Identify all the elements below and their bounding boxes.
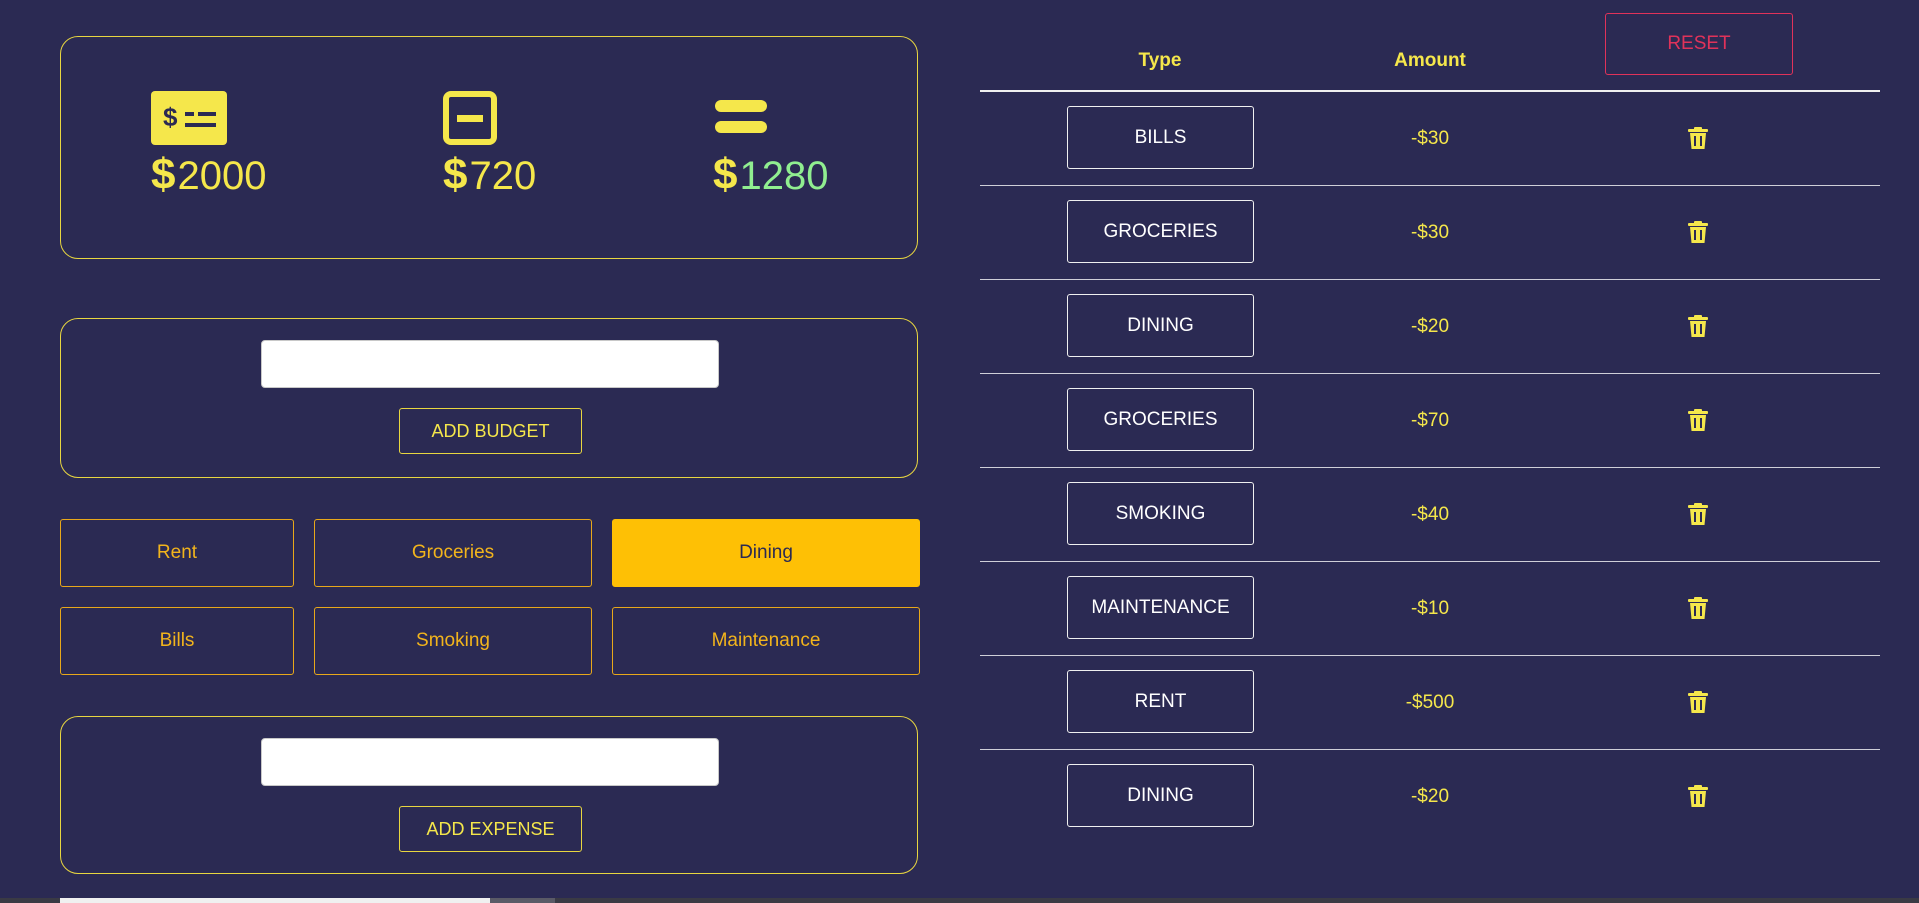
category-smoking[interactable]: Smoking [314,607,592,675]
amount-cell: -$70 [1410,410,1450,431]
category-maintenance[interactable]: Maintenance [612,607,920,675]
category-groceries[interactable]: Groceries [314,519,592,587]
budget-stat: $ $ 2000 [151,91,266,200]
trash-icon[interactable] [1688,221,1708,243]
amount-cell: -$500 [1405,692,1455,713]
balance-value: $ 1280 [713,151,828,200]
table-row: MAINTENANCE -$10 [980,562,1880,656]
svg-text:$: $ [163,102,178,132]
table-row: GROCERIES -$30 [980,186,1880,280]
type-cell[interactable]: GROCERIES [1067,388,1254,451]
add-expense-button[interactable]: ADD EXPENSE [399,806,582,852]
table-row: DINING -$20 [980,750,1880,844]
type-cell[interactable]: BILLS [1067,106,1254,169]
type-cell[interactable]: DINING [1067,294,1254,357]
trash-icon[interactable] [1688,597,1708,619]
category-rent[interactable]: Rent [60,519,294,587]
add-budget-button[interactable]: ADD BUDGET [399,408,582,454]
trash-icon[interactable] [1688,315,1708,337]
reset-button[interactable]: RESET [1605,13,1793,75]
amount-column-header: Amount [1394,50,1466,71]
trash-icon[interactable] [1688,691,1708,713]
equals-icon [715,100,767,133]
table-row: DINING -$20 [980,280,1880,374]
minus-square-icon [443,91,497,145]
table-row: BILLS -$30 [980,92,1880,186]
table-row: RENT -$500 [980,656,1880,750]
money-check-icon: $ [151,91,227,145]
amount-cell: -$30 [1410,222,1450,243]
amount-cell: -$20 [1410,316,1450,337]
expenses-stat: $ 720 [443,91,536,200]
trash-icon[interactable] [1688,785,1708,807]
currency-symbol: $ [151,150,176,199]
trash-icon[interactable] [1688,409,1708,431]
amount-cell: -$10 [1410,598,1450,619]
expenses-amount: 720 [469,154,537,198]
summary-card: $ $ 2000 $ 720 $ 1280 [60,36,918,259]
amount-cell: -$20 [1410,786,1450,807]
budget-form: ADD BUDGET [60,318,918,478]
trash-icon[interactable] [1688,503,1708,525]
type-cell[interactable]: SMOKING [1067,482,1254,545]
expense-input[interactable] [261,738,719,786]
category-dining[interactable]: Dining [612,519,920,587]
type-column-header: Type [1138,50,1182,71]
category-bills[interactable]: Bills [60,607,294,675]
balance-stat: $ 1280 [713,91,828,200]
currency-symbol: $ [443,150,468,199]
currency-symbol: $ [713,150,738,199]
budget-input[interactable] [261,340,719,388]
scrollbar-button[interactable] [490,898,555,903]
trash-icon[interactable] [1688,127,1708,149]
table-row: SMOKING -$40 [980,468,1880,562]
expense-form: ADD EXPENSE [60,716,918,874]
table-row: GROCERIES -$70 [980,374,1880,468]
type-cell[interactable]: DINING [1067,764,1254,827]
type-cell[interactable]: RENT [1067,670,1254,733]
balance-amount: 1280 [739,154,829,198]
expenses-value: $ 720 [443,151,536,200]
budget-value: $ 2000 [151,151,266,200]
type-cell[interactable]: GROCERIES [1067,200,1254,263]
type-cell[interactable]: MAINTENANCE [1067,576,1254,639]
budget-amount: 2000 [177,154,267,198]
amount-cell: -$40 [1410,504,1450,525]
amount-cell: -$30 [1410,128,1450,149]
scrollbar-thumb[interactable] [60,898,490,903]
